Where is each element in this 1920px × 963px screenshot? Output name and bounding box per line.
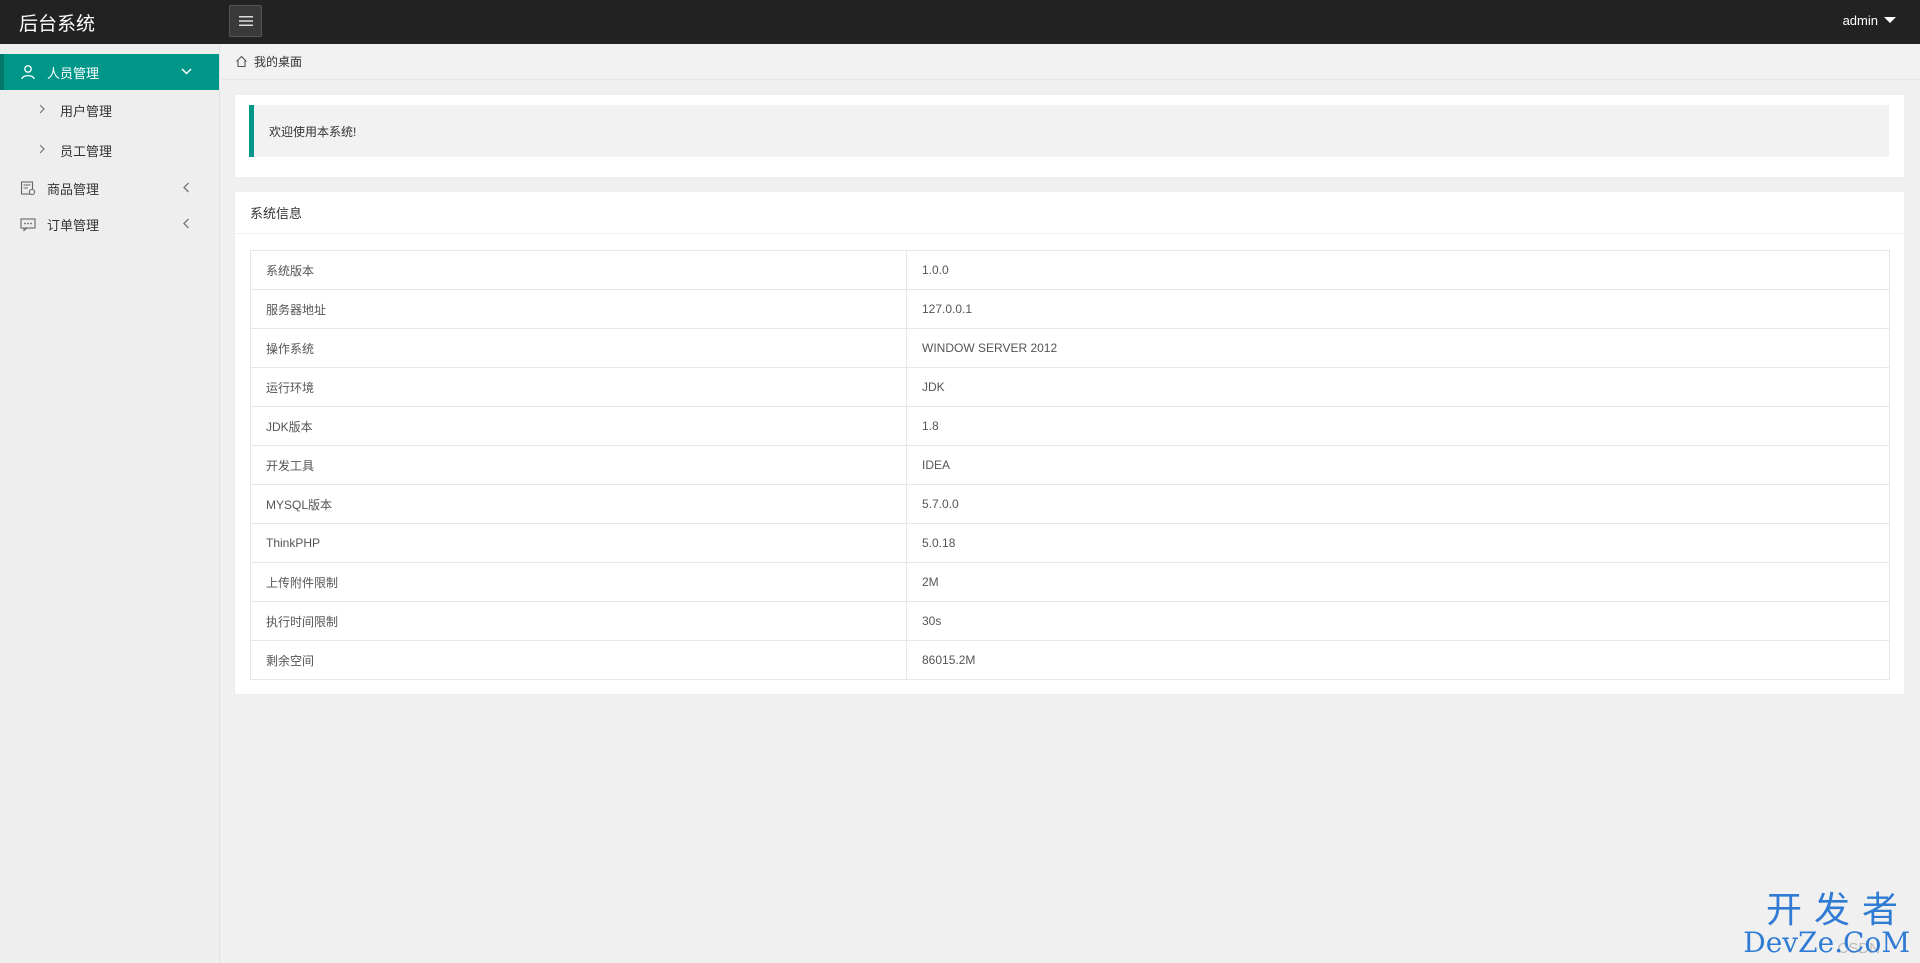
table-row: 操作系统 WINDOW SERVER 2012 — [250, 328, 1890, 368]
info-value-cell: 1.8 — [906, 406, 1890, 446]
info-value-cell: 2M — [906, 562, 1890, 602]
info-value-cell: 30s — [906, 601, 1890, 641]
sidebar-subitem-staff[interactable]: 员工管理 — [0, 130, 219, 170]
username-label: admin — [1842, 13, 1878, 28]
welcome-card: 欢迎使用本系统! — [234, 94, 1905, 178]
system-info-card: 系统信息 系统版本 1.0.0 服务器地址 127.0.0.1 操作系统 WINDOW S… — [234, 191, 1905, 695]
sidebar-item-label: 商品管理 — [47, 181, 100, 197]
sidebar-item-label: 订单管理 — [47, 217, 100, 233]
sidebar-subitem-label: 员工管理 — [60, 143, 113, 159]
app-logo[interactable]: 后台系统 — [19, 9, 95, 36]
system-info-title: 系统信息 — [235, 192, 1904, 234]
welcome-message: 欢迎使用本系统! — [249, 105, 1889, 157]
table-row: 开发工具 IDEA — [250, 445, 1890, 485]
info-value-cell: 86015.2M — [906, 640, 1890, 680]
info-value-cell: 5.7.0.0 — [906, 484, 1890, 524]
sidebar-item-goods[interactable]: 商品管理 — [0, 170, 219, 206]
table-row: 运行环境 JDK — [250, 367, 1890, 407]
info-key-cell: 执行时间限制 — [250, 601, 907, 641]
sidebar-subitem-users[interactable]: 用户管理 — [0, 90, 219, 130]
sidebar-item-label: 人员管理 — [47, 65, 100, 81]
info-value-cell: IDEA — [906, 445, 1890, 485]
info-key-cell: 上传附件限制 — [250, 562, 907, 602]
sidebar-subitem-label: 用户管理 — [60, 103, 113, 119]
info-key-cell: JDK版本 — [250, 406, 907, 446]
table-row: 执行时间限制 30s — [250, 601, 1890, 641]
table-row: 服务器地址 127.0.0.1 — [250, 289, 1890, 329]
info-key-cell: 操作系统 — [250, 328, 907, 368]
info-value-cell: 127.0.0.1 — [906, 289, 1890, 329]
info-key-cell: MYSQL版本 — [250, 484, 907, 524]
table-row: 上传附件限制 2M — [250, 562, 1890, 602]
watermark-cn-text: 开发者 — [1765, 890, 1910, 931]
user-icon — [20, 64, 36, 80]
user-menu[interactable]: admin — [1843, 13, 1896, 28]
info-value-cell: 1.0.0 — [906, 250, 1890, 290]
chevron-right-icon — [38, 103, 46, 117]
chevron-down-icon — [180, 65, 193, 81]
info-key-cell: 运行环境 — [250, 367, 907, 407]
chevron-left-icon — [180, 217, 193, 233]
info-key-cell: 服务器地址 — [250, 289, 907, 329]
info-value-cell: JDK — [906, 367, 1890, 407]
table-row: JDK版本 1.8 — [250, 406, 1890, 446]
table-row: ThinkPHP 5.0.18 — [250, 523, 1890, 563]
info-key-cell: 剩余空间 — [250, 640, 907, 680]
table-row: MYSQL版本 5.7.0.0 — [250, 484, 1890, 524]
sidebar-toggle-button[interactable] — [229, 5, 262, 37]
info-value-cell: 5.0.18 — [906, 523, 1890, 563]
sidebar-item-orders[interactable]: 订单管理 — [0, 206, 219, 242]
top-header: 后台系统 admin — [0, 0, 1920, 44]
breadcrumb-desktop-tab[interactable]: 我的桌面 — [254, 53, 302, 70]
sidebar-item-personnel[interactable]: 人员管理 — [0, 54, 219, 90]
menu-icon — [238, 16, 253, 26]
caret-down-icon — [1884, 16, 1896, 23]
watermark-en-text: DevZe.CoM — [1743, 926, 1910, 959]
info-value-cell: WINDOW SERVER 2012 — [906, 328, 1890, 368]
table-row: 剩余空间 86015.2M — [250, 640, 1890, 680]
info-key-cell: 开发工具 — [250, 445, 907, 485]
system-info-table: 系统版本 1.0.0 服务器地址 127.0.0.1 操作系统 WINDOW SERVER… — [250, 250, 1890, 680]
chevron-left-icon — [180, 181, 193, 197]
breadcrumb: 我的桌面 — [221, 44, 1920, 80]
order-icon — [20, 216, 36, 232]
goods-icon — [20, 180, 36, 196]
info-key-cell: ThinkPHP — [250, 523, 907, 563]
home-icon[interactable] — [235, 55, 248, 68]
chevron-right-icon — [38, 143, 46, 157]
devze-watermark-logo: 开发者 DevZe.CoM — [1743, 893, 1910, 957]
sidebar: 人员管理 用户管理 员工管理 商品管理 订单管理 — [0, 44, 220, 963]
table-row: 系统版本 1.0.0 — [250, 250, 1890, 290]
info-key-cell: 系统版本 — [250, 250, 907, 290]
